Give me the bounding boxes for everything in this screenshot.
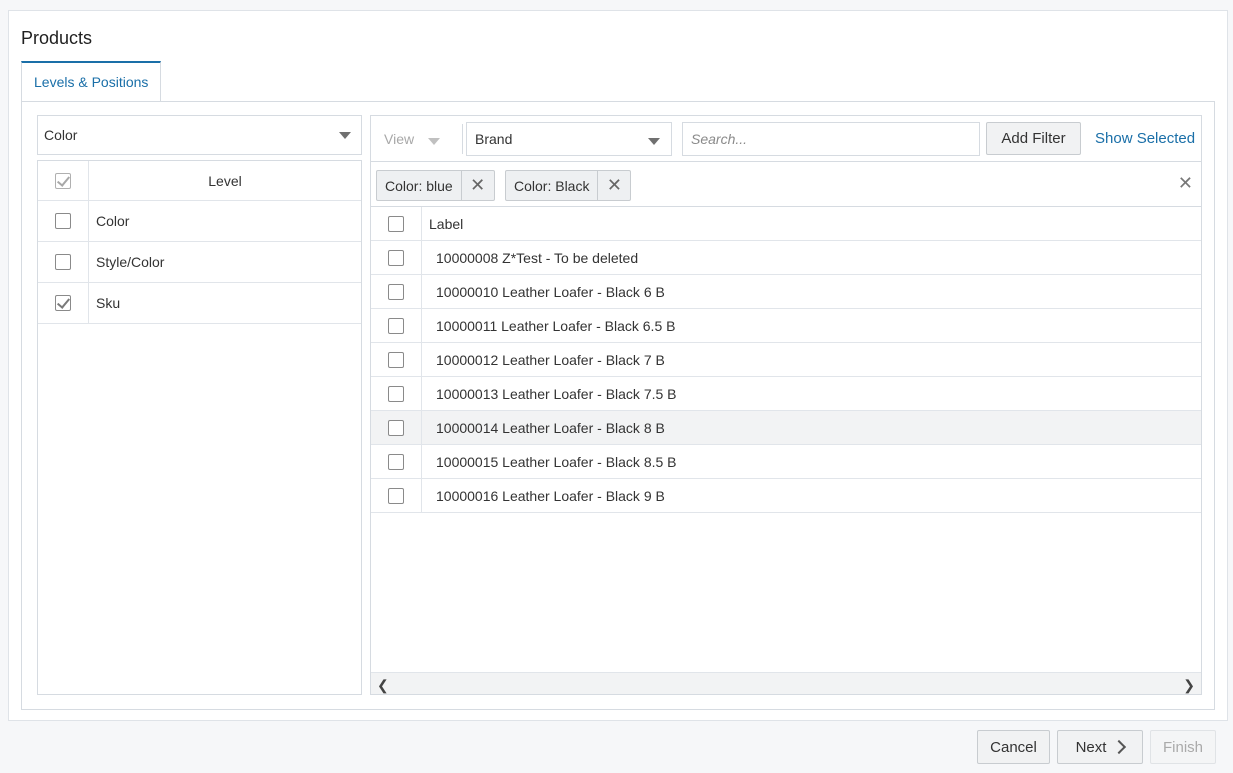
row-label: 10000011 Leather Loafer - Black 6.5 B (436, 317, 676, 334)
tab-content: Color Level Color Style/Color Sku View B… (21, 101, 1215, 710)
chevron-right-icon (1112, 739, 1127, 755)
positions-grid: Label 10000008 Z*Test - To be deleted 10… (371, 207, 1201, 513)
row-checkbox[interactable] (388, 283, 404, 300)
level-column-header: Level (208, 172, 242, 189)
level-checkbox-style-color[interactable] (55, 254, 71, 270)
select-all-checkbox[interactable] (388, 215, 404, 232)
row-checkbox[interactable] (388, 419, 404, 436)
clear-filters-icon[interactable]: ✕ (1178, 173, 1193, 194)
chevron-left-icon[interactable]: ❮ (377, 677, 389, 694)
level-select-value: Color (44, 127, 78, 143)
table-row[interactable]: 10000010 Leather Loafer - Black 6 B (371, 275, 1201, 309)
row-label: 10000012 Leather Loafer - Black 7 B (436, 351, 665, 368)
filter-chip-color-black: Color: Black ✕ (505, 170, 632, 201)
attribute-select-value: Brand (475, 131, 513, 147)
grid-header: Label (371, 207, 1201, 241)
filter-chip-label: Color: Black (506, 171, 599, 200)
row-checkbox[interactable] (388, 351, 404, 368)
level-table-header: Level (38, 161, 361, 201)
table-row[interactable]: 10000008 Z*Test - To be deleted (371, 241, 1201, 275)
table-row[interactable]: 10000016 Leather Loafer - Black 9 B (371, 479, 1201, 513)
level-label: Sku (96, 295, 121, 311)
row-checkbox[interactable] (388, 487, 404, 504)
row-checkbox[interactable] (388, 453, 404, 470)
filter-chip-color-blue: Color: blue ✕ (376, 170, 495, 201)
next-button[interactable]: Next (1057, 730, 1143, 764)
toolbar-divider (462, 124, 463, 154)
level-label: Color (96, 213, 130, 229)
row-label: 10000010 Leather Loafer - Black 6 B (436, 283, 665, 300)
attribute-select[interactable]: Brand (466, 122, 672, 156)
close-icon[interactable]: ✕ (462, 171, 494, 200)
level-checkbox-color[interactable] (55, 213, 71, 229)
row-checkbox[interactable] (388, 249, 404, 266)
row-label: 10000013 Leather Loafer - Black 7.5 B (436, 385, 677, 402)
positions-toolbar: View Brand Add Filter Show Selected (371, 116, 1201, 162)
filter-bar: Color: blue ✕ Color: Black ✕ ✕ (371, 162, 1201, 207)
chevron-right-icon[interactable]: ❯ (1183, 677, 1195, 694)
row-checkbox[interactable] (388, 317, 404, 334)
select-all-levels-checkbox[interactable] (55, 172, 71, 189)
level-row-style-color[interactable]: Style/Color (38, 242, 361, 283)
level-select[interactable]: Color (37, 115, 362, 155)
add-filter-button[interactable]: Add Filter (986, 122, 1081, 155)
horizontal-scrollbar[interactable]: ❮ ❯ (371, 672, 1201, 694)
positions-panel: View Brand Add Filter Show Selected Colo… (370, 115, 1202, 695)
table-row[interactable]: 10000012 Leather Loafer - Black 7 B (371, 343, 1201, 377)
tab-levels-positions[interactable]: Levels & Positions (21, 61, 162, 101)
row-label: 10000008 Z*Test - To be deleted (436, 249, 639, 266)
table-row[interactable]: 10000013 Leather Loafer - Black 7.5 B (371, 377, 1201, 411)
row-label: 10000014 Leather Loafer - Black 8 B (436, 419, 665, 436)
products-panel: Products Levels & Positions Color Level … (8, 10, 1228, 721)
search-input[interactable] (682, 122, 980, 156)
chevron-down-icon (339, 132, 351, 139)
chevron-down-icon (648, 138, 660, 145)
table-row[interactable]: 10000015 Leather Loafer - Black 8.5 B (371, 445, 1201, 479)
level-label: Style/Color (96, 254, 165, 270)
level-row-color[interactable]: Color (38, 201, 361, 242)
level-checkbox-sku[interactable] (55, 295, 71, 311)
table-row[interactable]: 10000011 Leather Loafer - Black 6.5 B (371, 309, 1201, 343)
row-label: 10000015 Leather Loafer - Black 8.5 B (436, 453, 677, 470)
filter-chip-label: Color: blue (377, 171, 462, 200)
show-selected-link[interactable]: Show Selected (1095, 130, 1195, 147)
level-table: Level Color Style/Color Sku (37, 160, 362, 695)
level-row-sku[interactable]: Sku (38, 283, 361, 324)
row-checkbox[interactable] (388, 385, 404, 402)
label-column-header: Label (429, 215, 464, 232)
finish-button[interactable]: Finish (1150, 730, 1216, 764)
row-label: 10000016 Leather Loafer - Black 9 B (436, 487, 665, 504)
table-row[interactable]: 10000014 Leather Loafer - Black 8 B (371, 411, 1201, 445)
cancel-button[interactable]: Cancel (977, 730, 1050, 764)
view-menu[interactable]: View (384, 131, 414, 147)
page-title: Products (21, 28, 93, 48)
chevron-down-icon (428, 138, 440, 145)
next-button-label: Next (1075, 738, 1107, 756)
close-icon[interactable]: ✕ (598, 171, 630, 200)
